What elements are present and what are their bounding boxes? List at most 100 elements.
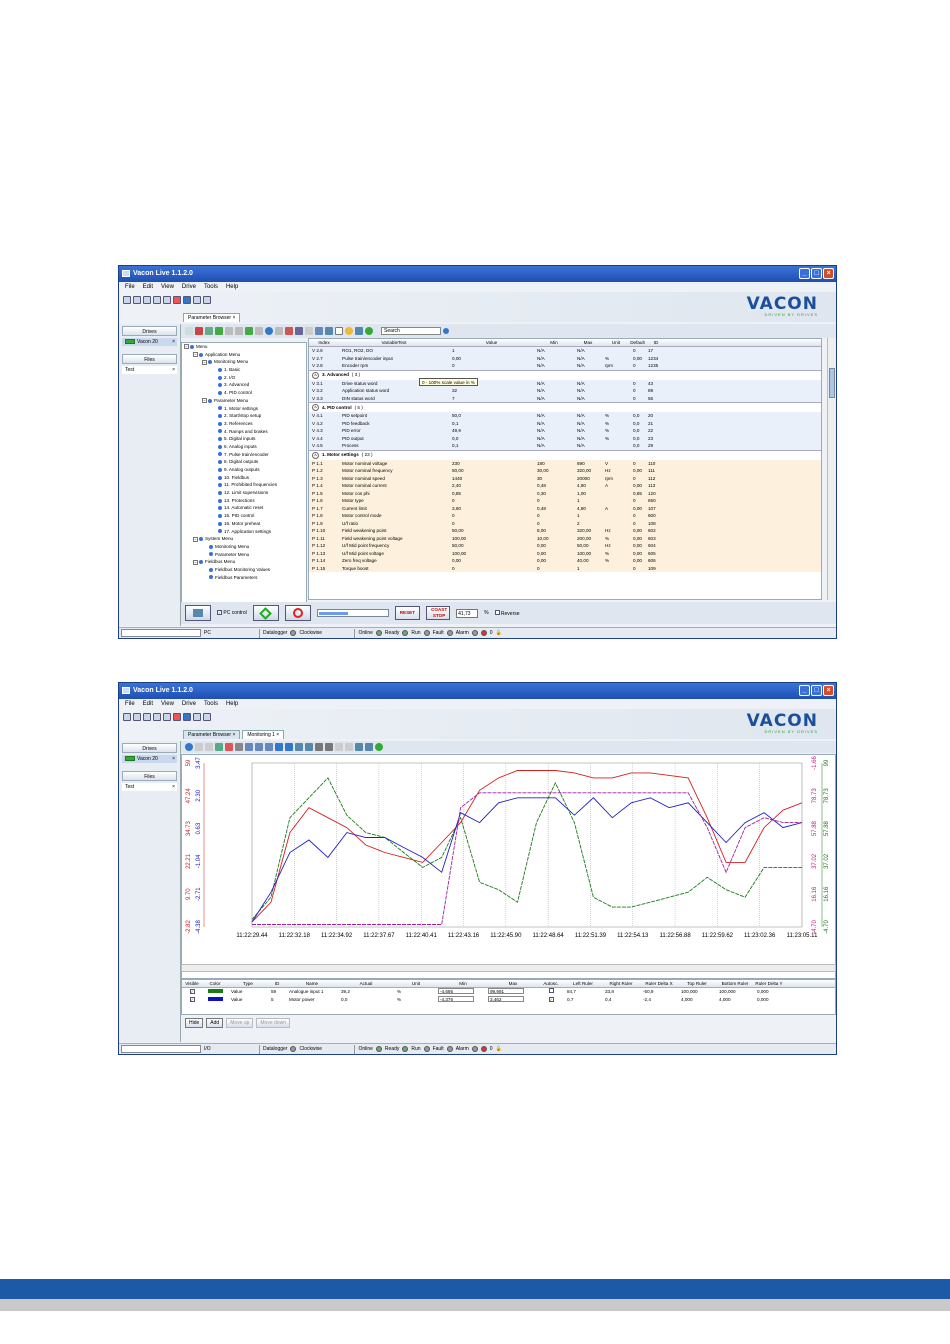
- image-icon[interactable]: [295, 743, 303, 751]
- checkbox-icon[interactable]: [335, 327, 343, 335]
- table-row[interactable]: V 3.3 DIN status word 7 N/A N/A 0 56: [309, 394, 821, 402]
- table-row[interactable]: P 1.7 Current limit 3,60 0,48 4,80 A 0,00 107: [309, 504, 821, 512]
- tab-parameter-browser[interactable]: Parameter Browser ×: [183, 313, 241, 322]
- table-row[interactable]: V 4.3 PID error 49,9 N/A N/A% 0,0 22: [309, 427, 821, 435]
- stop-button[interactable]: [284, 605, 311, 621]
- menu-view[interactable]: View: [161, 701, 174, 707]
- group-header[interactable]: ^ 3. Advanced( 3 ): [309, 369, 821, 380]
- monitor-icon[interactable]: [183, 296, 191, 304]
- column-header[interactable]: Visible: [182, 980, 202, 988]
- tree-item[interactable]: − Application Menu: [182, 351, 306, 359]
- minimize-button[interactable]: _: [799, 268, 810, 279]
- max-input[interactable]: 99,991: [488, 988, 524, 994]
- back-icon[interactable]: [195, 743, 203, 751]
- tree-item[interactable]: Monitoring Menu: [182, 543, 306, 551]
- copy-icon[interactable]: [305, 327, 313, 335]
- tree-item[interactable]: 9. Analog outputs: [182, 466, 306, 474]
- col-id[interactable]: ID: [645, 340, 667, 345]
- close-tab-icon[interactable]: ×: [232, 732, 235, 738]
- tree-item[interactable]: 4. PID control: [182, 389, 306, 397]
- column-header[interactable]: Actual: [338, 980, 394, 988]
- min-input[interactable]: -4,695: [438, 988, 474, 994]
- tree-item[interactable]: 10. Fieldbus: [182, 474, 306, 482]
- grid-icon[interactable]: [355, 327, 363, 335]
- reverse-checkbox[interactable]: Reverse: [494, 609, 520, 617]
- close-icon[interactable]: ×: [172, 783, 175, 791]
- tree-item[interactable]: 3. Advanced: [182, 381, 306, 389]
- tree-item[interactable]: 5. Digital inputs: [182, 435, 306, 443]
- column-header[interactable]: Color: [202, 980, 228, 988]
- menu-view[interactable]: View: [161, 284, 174, 290]
- collapse-icon[interactable]: ^: [312, 404, 319, 411]
- tree-item[interactable]: 6. Analog inputs: [182, 443, 306, 451]
- table-row[interactable]: V 4.2 PID feedback 0,1 N/A N/A% 0,0 21: [309, 419, 821, 427]
- tree-item[interactable]: 15. PID control: [182, 512, 306, 520]
- save-icon[interactable]: [325, 327, 333, 335]
- collapse-icon[interactable]: ^: [312, 451, 319, 459]
- table-row[interactable]: V 2.7 Pulse train/encoder input 0,00 N/A N/A…: [309, 354, 821, 362]
- column-header[interactable]: Name: [286, 980, 338, 988]
- col-max[interactable]: Max: [574, 340, 602, 345]
- search-icon[interactable]: [443, 328, 449, 334]
- table-row[interactable]: P 1.5 Motor cos phi 0,85 0,30 1,00 0,85 120: [309, 489, 821, 497]
- zoom-in-icon[interactable]: [255, 743, 263, 751]
- expand-icon[interactable]: −: [193, 559, 198, 565]
- tree-item[interactable]: 16. Motor preheat: [182, 520, 306, 528]
- coast-stop-button[interactable]: COAST STOP: [426, 606, 451, 620]
- save-icon[interactable]: [133, 713, 141, 721]
- signal-row[interactable]: ✓ Value 5 Motor power 0,0% -4,376 3,462 ✓ 0,7 0,4…: [182, 996, 835, 1004]
- file-item[interactable]: Test ×: [122, 783, 177, 791]
- save-icon[interactable]: [305, 743, 313, 751]
- export-icon[interactable]: [345, 743, 353, 751]
- upload-icon[interactable]: [255, 327, 263, 335]
- warning-icon[interactable]: [345, 327, 353, 335]
- table-row[interactable]: P 1.10 Field weakening point 50,00 8,00 320,…: [309, 527, 821, 535]
- help-icon[interactable]: [265, 327, 273, 335]
- files-button[interactable]: Files: [122, 771, 177, 781]
- menu-edit[interactable]: Edit: [143, 284, 153, 290]
- group-header[interactable]: ^ 4. PID control( 5 ): [309, 402, 821, 412]
- search-input[interactable]: Search: [381, 327, 441, 335]
- table-row[interactable]: P 1.8 Motor control mode 0 0 1 0 600: [309, 512, 821, 520]
- tree-icon[interactable]: [205, 327, 213, 335]
- drive-item[interactable]: Vacon 20 ×: [122, 755, 177, 763]
- files-button[interactable]: Files: [122, 354, 177, 364]
- menu-edit[interactable]: Edit: [143, 701, 153, 707]
- delete-icon[interactable]: [225, 743, 233, 751]
- tree-item[interactable]: 13. Protections: [182, 497, 306, 505]
- menu-help[interactable]: Help: [226, 701, 238, 707]
- col-index[interactable]: Index: [309, 340, 339, 345]
- table-row[interactable]: V 4.5 Process 0,1 N/A N/A 0,0 29: [309, 442, 821, 450]
- expand-icon[interactable]: −: [202, 398, 207, 404]
- save-icon[interactable]: [133, 296, 141, 304]
- keypad-button[interactable]: [185, 605, 211, 621]
- expand-icon[interactable]: −: [184, 344, 189, 350]
- bars-icon[interactable]: [295, 327, 303, 335]
- visible-checkbox[interactable]: ✓: [182, 996, 202, 1004]
- add-icon[interactable]: [215, 743, 223, 751]
- add-button[interactable]: Add: [206, 1018, 224, 1028]
- table-row[interactable]: V 4.4 PID output 0,0 N/A N/A% 0,0 23: [309, 434, 821, 442]
- move-icon[interactable]: [235, 327, 243, 335]
- menu-file[interactable]: File: [125, 284, 135, 290]
- info-icon[interactable]: [365, 327, 373, 335]
- close-icon[interactable]: ×: [172, 755, 175, 763]
- ruler-icon[interactable]: [275, 743, 283, 751]
- column-header[interactable]: Min: [438, 980, 488, 988]
- menu-help[interactable]: Help: [226, 284, 238, 290]
- expand-icon[interactable]: −: [202, 359, 207, 365]
- tree-item[interactable]: 11. Prohibited frequencies: [182, 481, 306, 489]
- min-input[interactable]: -4,376: [438, 996, 474, 1002]
- close-icon[interactable]: ×: [172, 366, 175, 374]
- table-row[interactable]: P 1.9 U/f ratio 0 0 2 0 108: [309, 519, 821, 527]
- table-row[interactable]: P 1.15 Torque boost 0 0 1 0 109: [309, 564, 821, 572]
- export-icon[interactable]: [335, 743, 343, 751]
- menu-drive[interactable]: Drive: [182, 284, 196, 290]
- download-icon[interactable]: [245, 327, 253, 335]
- column-header[interactable]: Ruler Delta Y: [754, 980, 784, 988]
- drives-button[interactable]: Drives: [122, 743, 177, 753]
- reset-button[interactable]: RESET: [394, 606, 421, 620]
- print-icon[interactable]: [315, 743, 323, 751]
- tree-item[interactable]: − Fieldbus Menu: [182, 558, 306, 566]
- col-min[interactable]: Min: [534, 340, 574, 345]
